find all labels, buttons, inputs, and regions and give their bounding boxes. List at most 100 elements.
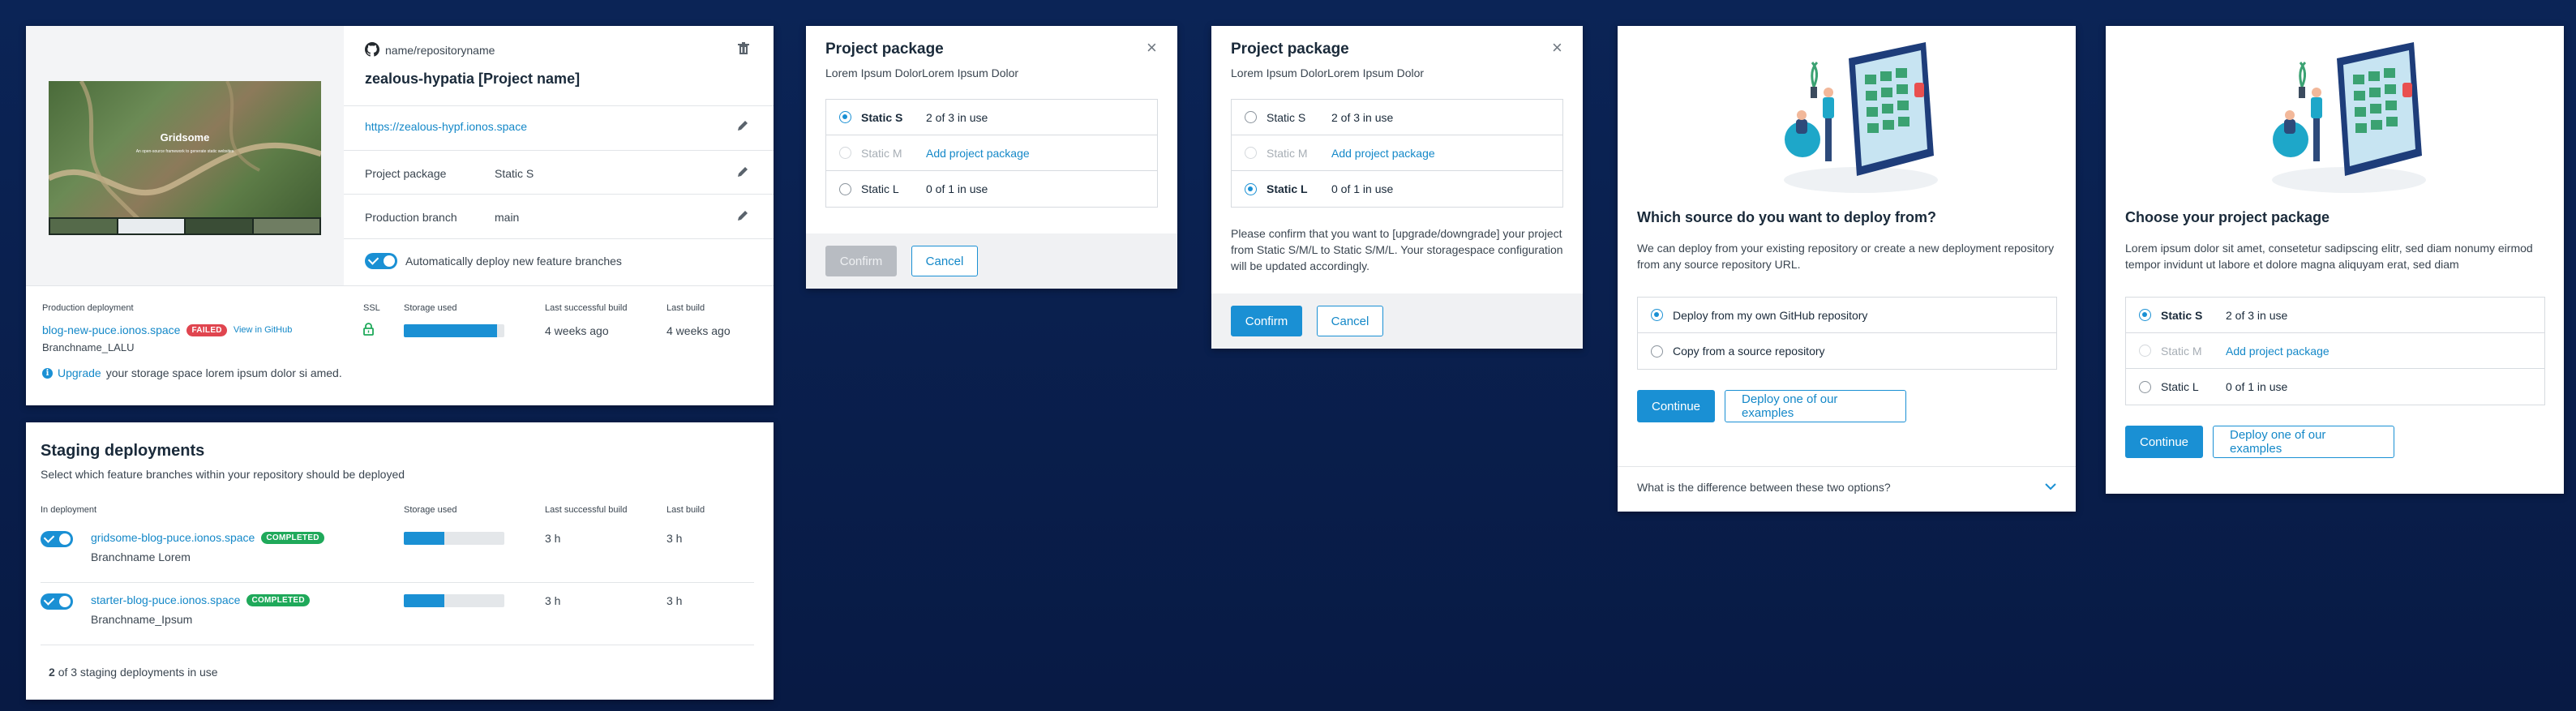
choose-package-card: Choose your project package Lorem ipsum …: [2106, 26, 2564, 494]
option-static-m: Static M Add project package: [2126, 333, 2544, 369]
modal-subtitle: Lorem Ipsum DolorLorem Ipsum Dolor: [825, 66, 1019, 79]
row-deploy-toggle[interactable]: [41, 531, 73, 547]
continue-button[interactable]: Continue: [1637, 390, 1715, 422]
package-title: Choose your project package: [2125, 209, 2330, 225]
cancel-button[interactable]: Cancel: [911, 246, 978, 276]
add-package-link[interactable]: Add project package: [926, 147, 1030, 160]
option-static-s[interactable]: Static S 2 of 3 in use: [1232, 100, 1562, 135]
continue-button[interactable]: Continue: [2125, 426, 2203, 458]
option-copy[interactable]: Copy from a source repository: [1638, 333, 2056, 369]
staging-count: 2: [49, 666, 55, 679]
last-build-header: Last build: [667, 303, 705, 313]
option-static-l[interactable]: Static L 0 of 1 in use: [2126, 369, 2544, 405]
staging-card: Staging deployments Select which feature…: [26, 422, 774, 700]
source-description: We can deploy from your existing reposit…: [1637, 242, 2055, 271]
option-info: 2 of 3 in use: [926, 110, 988, 124]
site-preview-image[interactable]: Gridsome An open-source framework to gen…: [49, 81, 321, 235]
staging-subtitle: Select which feature branches within you…: [41, 468, 405, 481]
row-storage-fill: [404, 532, 444, 545]
radio-static-s[interactable]: [839, 111, 851, 123]
option-static-l[interactable]: Static L 0 of 1 in use: [826, 171, 1157, 207]
preview-thumbnails: [49, 217, 321, 235]
pencil-icon[interactable]: [736, 209, 749, 226]
branch-value: main: [495, 211, 520, 224]
upgrade-text: your storage space lorem ipsum dolor si …: [105, 366, 342, 379]
examples-button[interactable]: Deploy one of our examples: [1725, 390, 1906, 422]
cancel-button[interactable]: Cancel: [1317, 306, 1383, 336]
staging-count-text: of 3 staging deployments in use: [58, 666, 218, 679]
radio-static-l[interactable]: [839, 182, 851, 195]
auto-deploy-toggle[interactable]: [365, 253, 397, 269]
radio-static-m: [1245, 147, 1257, 159]
status-badge: COMPLETED: [261, 531, 324, 544]
pencil-icon[interactable]: [736, 119, 749, 136]
chevron-down-icon[interactable]: [2045, 480, 2056, 495]
prod-url-link[interactable]: blog-new-puce.ionos.space: [42, 323, 180, 336]
status-badge: FAILED: [186, 323, 227, 336]
row-url-link[interactable]: starter-blog-puce.ionos.space: [91, 593, 240, 606]
lock-icon: [363, 323, 374, 340]
preview-panel: Gridsome An open-source framework to gen…: [26, 26, 344, 285]
source-title: Which source do you want to deploy from?: [1637, 209, 1937, 225]
radio-static-l[interactable]: [2139, 380, 2151, 393]
option-github[interactable]: Deploy from my own GitHub repository: [1638, 298, 2056, 333]
col-last-success: Last successful build: [545, 505, 628, 515]
modal-title: Project package: [825, 41, 944, 58]
faq-label: What is the difference between these two…: [1637, 481, 1891, 494]
prod-branch: Branchname_LALU: [42, 341, 135, 353]
examples-button[interactable]: Deploy one of our examples: [2213, 426, 2394, 458]
package-options: Static S 2 of 3 in use Static M Add proj…: [2125, 297, 2545, 405]
row-branch: Branchname_Ipsum: [91, 613, 193, 626]
option-static-s[interactable]: Static S 2 of 3 in use: [2126, 298, 2544, 333]
option-info: 2 of 3 in use: [2226, 308, 2288, 322]
row-url-link[interactable]: gridsome-blog-puce.ionos.space: [91, 531, 255, 544]
confirm-button[interactable]: Confirm: [1231, 306, 1302, 336]
package-options: Static S 2 of 3 in use Static M Add proj…: [1231, 99, 1563, 208]
option-name: Static M: [2161, 344, 2202, 358]
option-static-l[interactable]: Static L 0 of 1 in use: [1232, 171, 1562, 207]
radio-static-l[interactable]: [1245, 182, 1257, 195]
radio-github[interactable]: [1651, 309, 1663, 321]
option-label: Deploy from my own GitHub repository: [1673, 308, 1868, 322]
close-icon[interactable]: ×: [1147, 39, 1157, 57]
info-icon: i: [42, 367, 53, 379]
table-row: gridsome-blog-puce.ionos.space COMPLETED…: [41, 521, 754, 583]
add-package-link[interactable]: Add project package: [1331, 147, 1435, 160]
add-package-link[interactable]: Add project package: [2226, 345, 2330, 358]
staging-title: Staging deployments: [41, 442, 205, 460]
option-static-s[interactable]: Static S 2 of 3 in use: [826, 100, 1157, 135]
package-label: Project package: [365, 167, 447, 180]
radio-static-m: [839, 147, 851, 159]
upgrade-link[interactable]: Upgrade: [58, 366, 101, 379]
faq-toggle[interactable]: What is the difference between these two…: [1637, 480, 2056, 495]
option-static-m: Static M Add project package: [1232, 135, 1562, 171]
branch-label: Production branch: [365, 211, 457, 224]
option-name: Static M: [861, 146, 902, 160]
storage-header: Storage used: [404, 303, 457, 313]
row-storage-bar: [404, 594, 504, 607]
project-title: zealous-hypatia [Project name]: [365, 71, 581, 87]
row-branch: Branchname Lorem: [91, 550, 191, 563]
option-name: Static M: [1267, 146, 1308, 160]
project-url-link[interactable]: https://zealous-hypf.ionos.space: [365, 120, 527, 133]
radio-copy[interactable]: [1651, 345, 1663, 358]
radio-static-s[interactable]: [1245, 111, 1257, 123]
view-github-link[interactable]: View in GitHub: [234, 325, 293, 335]
table-row: starter-blog-puce.ionos.space COMPLETED …: [41, 584, 754, 645]
package-description: Lorem ipsum dolor sit amet, consetetur s…: [2125, 242, 2533, 271]
preview-subtitle: An open-source framework to generate sta…: [135, 149, 234, 154]
option-label: Copy from a source repository: [1673, 345, 1825, 358]
modal-footer: Confirm Cancel: [806, 233, 1177, 289]
trash-icon[interactable]: [738, 42, 749, 59]
github-icon: [365, 42, 379, 61]
package-modal: Project package × Lorem Ipsum DolorLorem…: [806, 26, 1177, 289]
option-name: Static S: [861, 110, 903, 124]
repo-name[interactable]: name/repositoryname: [385, 44, 495, 57]
row-deploy-toggle[interactable]: [41, 593, 73, 610]
option-info: 0 of 1 in use: [2226, 380, 2288, 393]
close-icon[interactable]: ×: [1552, 39, 1562, 57]
modal-footer: Confirm Cancel: [1211, 293, 1583, 349]
pencil-icon[interactable]: [736, 165, 749, 182]
radio-static-s[interactable]: [2139, 309, 2151, 321]
col-in-deployment: In deployment: [41, 505, 97, 515]
